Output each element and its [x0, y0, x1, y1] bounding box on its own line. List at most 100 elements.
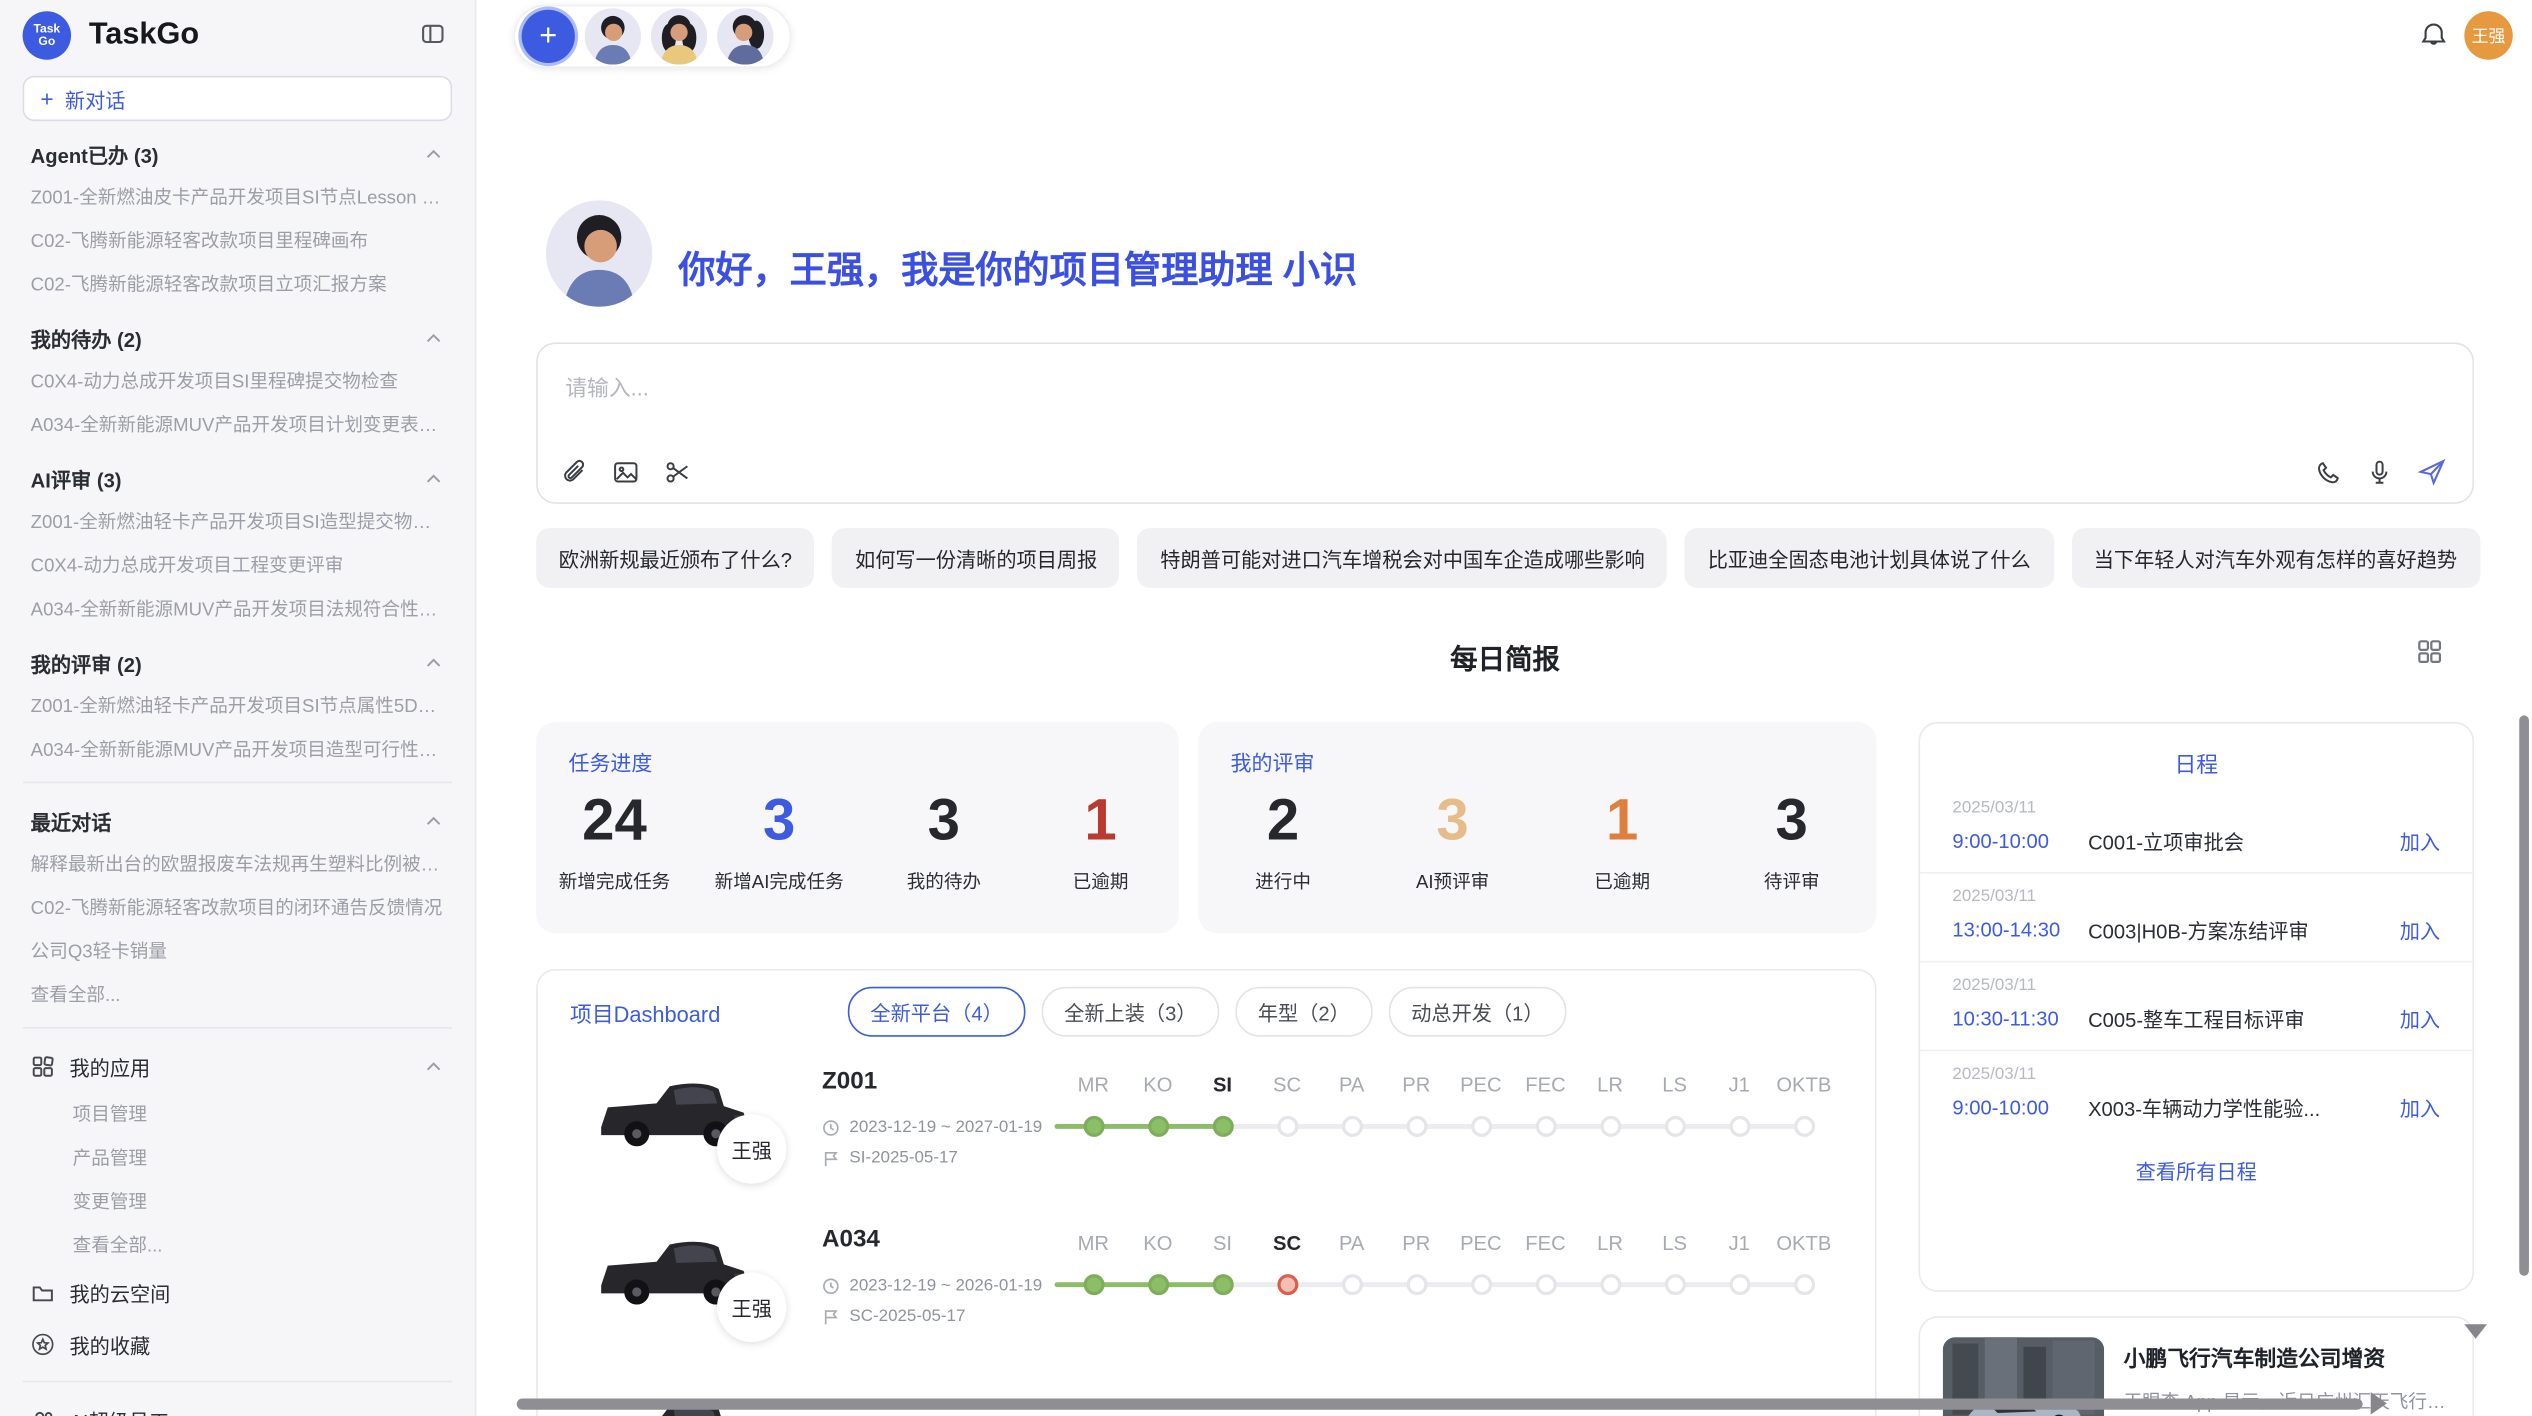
- app-item[interactable]: 变更管理: [23, 1179, 453, 1223]
- suggestion-chip[interactable]: 特朗普可能对进口汽车增税会对中国车企造成哪些影响: [1138, 528, 1668, 588]
- conversation-item[interactable]: Z001-全新燃油皮卡产品开发项目SI节点Lesson Learn报告: [23, 174, 453, 218]
- layout-grid-icon[interactable]: [2416, 638, 2443, 665]
- scissors-icon[interactable]: [664, 459, 691, 486]
- conversation-item[interactable]: A034-全新新能源MUV产品开发项目法规符合性评审: [23, 586, 453, 630]
- section-header[interactable]: AI评审 (3): [23, 452, 453, 499]
- milestone-label: MR: [1061, 1074, 1126, 1108]
- milestone-label: PR: [1384, 1074, 1449, 1108]
- suggestion-chip[interactable]: 如何写一份清晰的项目周报: [832, 528, 1119, 588]
- schedule-item: 2025/03/11 9:00-10:00 C001-立项审批会 加入: [1920, 785, 2472, 872]
- stat-value: 3: [1735, 786, 1848, 854]
- milestone-label: FEC: [1513, 1074, 1578, 1108]
- join-button[interactable]: 加入: [2400, 1092, 2440, 1123]
- my-cloud-label: 我的云空间: [69, 1277, 170, 1308]
- conversation-item[interactable]: C02-飞腾新能源轻客改款项目立项汇报方案: [23, 262, 453, 306]
- filter-chip[interactable]: 全新平台（4）: [848, 987, 1026, 1037]
- milestone-dot: [1793, 1274, 1814, 1295]
- milestone-dot: [1406, 1116, 1427, 1137]
- schedule-date: 2025/03/11: [1952, 798, 2440, 817]
- stat: 3 待评审: [1735, 786, 1848, 894]
- suggestion-chip[interactable]: 比亚迪全固态电池计划具体说了什么: [1685, 528, 2053, 588]
- filter-chip[interactable]: 动总开发（1）: [1389, 987, 1567, 1037]
- conversation-item[interactable]: Z001-全新燃油轻卡产品开发项目SI造型提交物评审: [23, 499, 453, 543]
- clock-icon: [822, 1277, 840, 1295]
- sidebar-header: Task Go TaskGo: [23, 0, 453, 71]
- image-upload-icon[interactable]: [612, 459, 639, 486]
- horizontal-scrollbar-thumb[interactable]: [517, 1399, 2363, 1410]
- daily-brief-title: 每日简报: [536, 636, 2474, 676]
- section-header[interactable]: 我的待办 (2): [23, 312, 453, 359]
- app-title: TaskGo: [89, 18, 199, 54]
- my-apps-header[interactable]: 我的应用: [23, 1040, 453, 1092]
- workspace-switcher: +: [514, 5, 792, 68]
- conversation-item[interactable]: C0X4-动力总成开发项目工程变更评审: [23, 543, 453, 587]
- conversation-item[interactable]: 公司Q3轻卡销量: [23, 929, 453, 973]
- conversation-item[interactable]: A034-全新新能源MUV产品开发项目造型可行性评审: [23, 727, 453, 771]
- schedule-item: 2025/03/11 10:30-11:30 C005-整车工程目标评审 加入: [1920, 961, 2472, 1050]
- section-header[interactable]: 最近对话: [23, 795, 453, 842]
- app-item[interactable]: 项目管理: [23, 1092, 453, 1136]
- filter-chip[interactable]: 年型（2）: [1235, 987, 1372, 1037]
- milestone: LR: [1578, 1074, 1643, 1137]
- join-button[interactable]: 加入: [2400, 1003, 2440, 1034]
- vertical-scrollbar-thumb[interactable]: [2519, 715, 2529, 1275]
- scroll-right-arrow-icon[interactable]: [2371, 1392, 2387, 1415]
- my-cloud-space[interactable]: 我的云空间: [23, 1266, 453, 1318]
- scroll-down-arrow-icon[interactable]: [2464, 1324, 2487, 1339]
- conversation-item[interactable]: C0X4-动力总成开发项目SI里程碑提交物检查: [23, 359, 453, 403]
- collapse-sidebar-icon[interactable]: [420, 21, 446, 47]
- microphone-icon[interactable]: [2366, 458, 2393, 485]
- conversation-item[interactable]: 解释最新出台的欧盟报废车法规再生塑料比例被调至15%...: [23, 841, 453, 885]
- avatar[interactable]: [717, 8, 774, 65]
- user-avatar[interactable]: 王强: [2464, 11, 2512, 59]
- suggestion-chip[interactable]: 欧洲新规最近颁布了什么?: [536, 528, 814, 588]
- section-label: 我的评审 (2): [31, 648, 142, 679]
- stat-value: 1: [1566, 786, 1679, 854]
- suggestion-chip[interactable]: 当下年轻人对汽车外观有怎样的喜好趋势: [2071, 528, 2480, 588]
- section-my-review: 我的评审 (2) Z001-全新燃油轻卡产品开发项目SI节点属性5D文件评审A0…: [23, 636, 453, 770]
- view-all-schedule-link[interactable]: 查看所有日程: [1920, 1139, 2472, 1202]
- add-workspace-button[interactable]: +: [522, 10, 575, 63]
- stat: 3 AI预评审: [1396, 786, 1509, 894]
- view-all-chats-link[interactable]: 查看全部...: [23, 972, 453, 1016]
- milestone: FEC: [1513, 1074, 1578, 1137]
- conversation-item[interactable]: A034-全新新能源MUV产品开发项目计划变更表编写: [23, 402, 453, 446]
- milestone-dot: [1277, 1274, 1298, 1295]
- notifications-bell-icon[interactable]: [2419, 21, 2448, 50]
- attachment-icon[interactable]: [560, 459, 587, 486]
- milestone: OKTB: [1772, 1074, 1837, 1137]
- milestone-dot: [1277, 1116, 1298, 1137]
- milestone-dot: [1664, 1274, 1685, 1295]
- conversation-item[interactable]: Z001-全新燃油轻卡产品开发项目SI节点属性5D文件评审: [23, 683, 453, 727]
- conversation-item[interactable]: C02-飞腾新能源轻客改款项目里程碑画布: [23, 218, 453, 262]
- join-button[interactable]: 加入: [2400, 825, 2440, 856]
- schedule-date: 2025/03/11: [1952, 1064, 2440, 1083]
- section-header[interactable]: 我的评审 (2): [23, 636, 453, 683]
- owner-badge: 王强: [717, 1273, 786, 1342]
- task-progress-card: 任务进度 24 新增完成任务 3 新增AI完成任务 3 我的待办 1 已逾期: [536, 722, 1179, 934]
- avatar[interactable]: [651, 8, 708, 65]
- schedule-time: 9:00-10:00: [1952, 1096, 2088, 1119]
- milestone-label: SI: [1190, 1232, 1255, 1266]
- app-item[interactable]: 产品管理: [23, 1135, 453, 1179]
- send-icon[interactable]: [2418, 457, 2447, 486]
- phone-icon[interactable]: [2314, 458, 2341, 485]
- chat-input-box[interactable]: 请输入...: [536, 342, 2474, 503]
- my-favorites[interactable]: 我的收藏: [23, 1318, 453, 1370]
- join-button[interactable]: 加入: [2400, 914, 2440, 945]
- milestone-dot: [1664, 1116, 1685, 1137]
- avatar[interactable]: [585, 8, 642, 65]
- stat-label: 待评审: [1735, 869, 1848, 895]
- project-row[interactable]: 王强 A034 2023-12-19 ~ 2026-01-19 SC-2025-…: [570, 1210, 1846, 1359]
- stat-value: 3: [1396, 786, 1509, 854]
- section-header[interactable]: Agent已办 (3): [23, 128, 453, 175]
- milestone-dot: [1341, 1274, 1362, 1295]
- ai-super-staff[interactable]: AI超级员工: [23, 1394, 453, 1416]
- project-row[interactable]: 王强 Z001 2023-12-19 ~ 2027-01-19 SI-2025-…: [570, 1051, 1846, 1200]
- app-item[interactable]: 查看全部...: [23, 1222, 453, 1266]
- filter-chip[interactable]: 全新上装（3）: [1042, 987, 1220, 1037]
- new-chat-button[interactable]: + 新对话: [23, 76, 453, 121]
- chevron-up-icon: [423, 811, 444, 832]
- conversation-item[interactable]: C02-飞腾新能源轻客改款项目的闭环通告反馈情况: [23, 885, 453, 929]
- stat-value: 24: [558, 786, 671, 854]
